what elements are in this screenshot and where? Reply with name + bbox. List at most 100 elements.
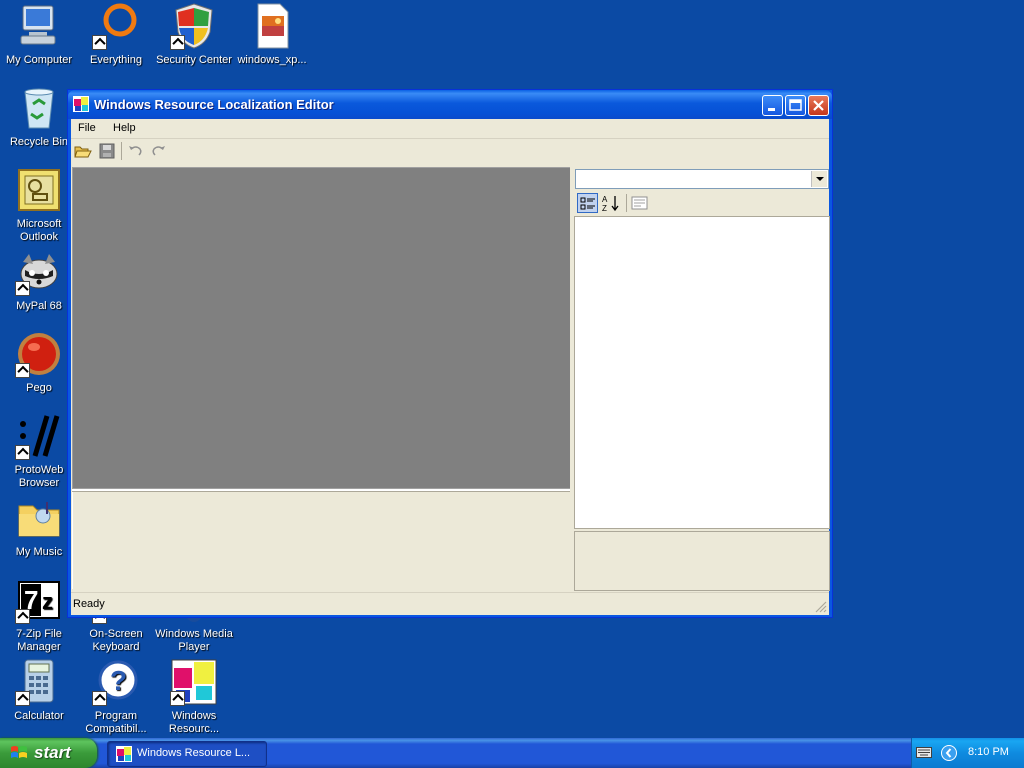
desktop-icon-label: Everything — [90, 54, 142, 66]
start-button[interactable]: start — [0, 738, 97, 768]
property-description-panel — [574, 531, 830, 591]
maximize-button[interactable] — [785, 95, 806, 116]
desktop-icon-label: windows_xp... — [237, 54, 307, 66]
close-icon — [813, 100, 824, 111]
desktop-icon-label: MyPal 68 — [16, 300, 62, 312]
desktop-icon-label: Pego — [26, 382, 52, 394]
taskbar-item-resource-editor[interactable]: Windows Resource L... — [107, 741, 267, 767]
desktop-icon-calculator[interactable]: Calculator — [0, 658, 78, 723]
7zip-icon: 7z — [15, 576, 63, 624]
redo-icon — [152, 146, 165, 156]
status-text: Ready — [73, 598, 105, 610]
taskbar: start Windows Resource L... 8:10 PM — [0, 738, 1024, 768]
desktop-icon-security-center[interactable]: Security Center — [155, 2, 233, 67]
close-button[interactable] — [808, 95, 829, 116]
save-icon — [99, 143, 115, 159]
desktop-icon-label: ProtoWeb Browser — [14, 464, 64, 489]
toolbar — [71, 139, 829, 163]
menu-help[interactable]: Help — [113, 122, 136, 134]
desktop-icon-label: On-Screen Keyboard — [89, 628, 143, 653]
shortcut-arrow-icon — [15, 445, 30, 460]
shortcut-arrow-icon — [15, 609, 30, 624]
sort-alphabetical-button[interactable]: AZ — [600, 193, 621, 213]
desktop-icon-label: Security Center — [156, 54, 232, 66]
undo-button[interactable] — [126, 142, 144, 160]
maximize-icon — [789, 99, 802, 111]
categorized-icon — [580, 197, 595, 210]
save-button[interactable] — [98, 142, 116, 160]
menu-file[interactable]: File — [78, 122, 96, 134]
app-icon[interactable] — [73, 96, 89, 112]
resource-editor-icon — [170, 658, 218, 706]
categorized-button[interactable] — [577, 193, 598, 213]
desktop-icon-windows-resource[interactable]: Windows Resourc... — [155, 658, 233, 736]
desktop-icon-label: 7-Zip File Manager — [16, 628, 62, 653]
windows-logo-icon — [10, 745, 28, 761]
toolbar-separator — [121, 142, 122, 160]
desktop-icon-label: Recycle Bin — [9, 136, 69, 148]
desktop-icon-label: Windows Media Player — [155, 628, 233, 653]
desktop-icon-everything[interactable]: Everything — [77, 2, 155, 67]
red-orb-icon — [15, 330, 63, 378]
desktop-icon-label: Microsoft Outlook — [16, 218, 62, 243]
redo-button[interactable] — [150, 142, 168, 160]
object-selector-combo[interactable] — [575, 169, 829, 189]
minimize-icon — [768, 108, 775, 111]
shortcut-arrow-icon — [92, 35, 107, 50]
svg-text:z: z — [42, 589, 53, 614]
property-pages-icon — [631, 196, 648, 210]
recycle-bin-icon — [15, 84, 63, 132]
undo-icon — [129, 146, 142, 156]
shortcut-arrow-icon — [15, 281, 30, 296]
desktop-icon-my-computer[interactable]: My Computer — [0, 2, 78, 67]
shortcut-arrow-icon — [170, 35, 185, 50]
music-folder-icon — [15, 494, 63, 542]
open-folder-icon — [74, 146, 92, 158]
help-icon: ? — [92, 658, 140, 706]
desktop-icon-label: Program Compatibil... — [85, 710, 147, 735]
menu-bar: File Help — [71, 119, 829, 139]
property-pages-button[interactable] — [629, 193, 650, 213]
property-grid[interactable] — [574, 216, 830, 529]
desktop-icon-label: My Computer — [5, 54, 73, 66]
show-hidden-icons-icon[interactable] — [941, 745, 957, 761]
open-button[interactable] — [74, 142, 92, 160]
desktop-icon-program-compatibility[interactable]: ? Program Compatibil... — [77, 658, 155, 736]
svg-text:?: ? — [110, 665, 127, 696]
design-canvas[interactable] — [72, 167, 571, 489]
protoweb-icon — [15, 412, 63, 460]
desktop-icon-label: Windows Resourc... — [168, 710, 220, 735]
svg-text:Z: Z — [602, 204, 607, 213]
resize-grip-icon[interactable] — [815, 601, 827, 613]
main-window: Windows Resource Localization Editor Fil… — [67, 89, 833, 618]
start-label: start — [34, 743, 71, 762]
shortcut-arrow-icon — [92, 691, 107, 706]
shield-icon — [170, 2, 218, 50]
output-panel[interactable] — [72, 492, 571, 589]
keyboard-tray-icon[interactable] — [916, 747, 932, 758]
resource-editor-icon — [116, 746, 132, 762]
desktop-icon-label: Calculator — [14, 710, 64, 722]
taskbar-item-label: Windows Resource L... — [137, 747, 251, 759]
computer-icon — [15, 2, 63, 50]
desktop-icon-label: My Music — [15, 546, 63, 558]
desktop-icon-windows-xp-file[interactable]: windows_xp... — [233, 2, 311, 67]
shortcut-arrow-icon — [15, 691, 30, 706]
property-toolbar-separator — [626, 194, 627, 212]
system-tray: 8:10 PM — [911, 738, 1024, 768]
sort-alphabetical-icon: AZ — [602, 195, 619, 213]
calculator-icon — [15, 658, 63, 706]
property-toolbar: AZ — [575, 191, 829, 215]
title-bar[interactable]: Windows Resource Localization Editor — [68, 90, 832, 119]
shortcut-arrow-icon — [15, 363, 30, 378]
outlook-icon — [15, 166, 63, 214]
raccoon-icon — [15, 248, 63, 296]
status-bar: Ready — [71, 592, 829, 615]
chevron-down-icon[interactable] — [811, 171, 827, 187]
svg-text:A: A — [602, 195, 608, 204]
image-file-icon — [248, 2, 296, 50]
minimize-button[interactable] — [762, 95, 783, 116]
clock[interactable]: 8:10 PM — [968, 746, 1009, 758]
window-title: Windows Resource Localization Editor — [94, 97, 334, 112]
everything-icon — [92, 2, 140, 50]
